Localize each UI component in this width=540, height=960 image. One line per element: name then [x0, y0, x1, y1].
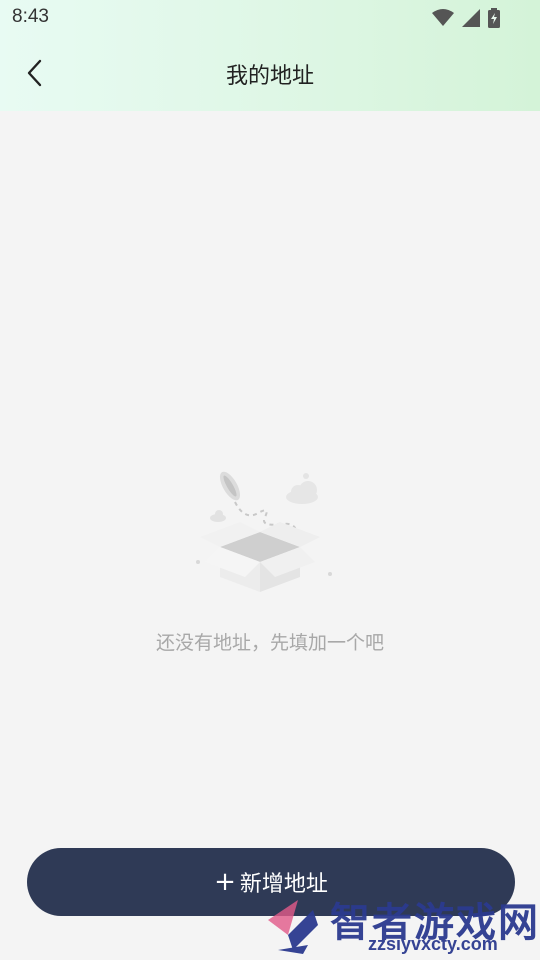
watermark-url: zzsiyvxcty.com [368, 934, 498, 954]
watermark-logo-icon [268, 900, 318, 954]
battery-charging-icon [488, 8, 500, 28]
status-icons [432, 7, 500, 29]
page-title: 我的地址 [225, 64, 314, 89]
header-bar: 8:43 我的地址 [0, 0, 540, 111]
status-time: 8:43 [12, 6, 49, 27]
plus-icon: + [214, 867, 236, 897]
empty-state: 还没有地址，先填加一个吧 [0, 462, 540, 655]
cell-signal-icon [462, 9, 480, 27]
empty-state-message: 还没有地址，先填加一个吧 [155, 632, 384, 654]
watermark: 智者游戏网 zzsiyvxcty.com [258, 890, 540, 960]
wifi-icon [432, 9, 454, 26]
navbar: 我的地址 [0, 36, 540, 111]
empty-box-illustration-icon [196, 471, 332, 592]
status-bar: 8:43 [0, 0, 540, 36]
